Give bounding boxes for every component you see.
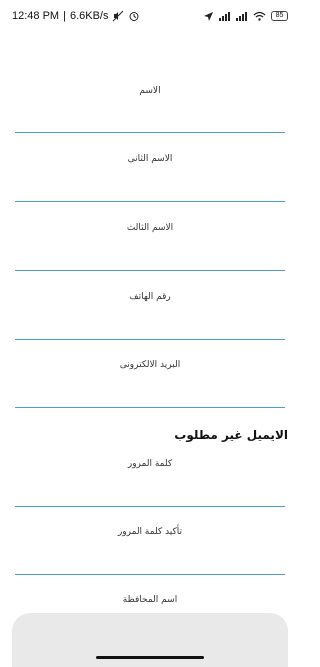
field-label: الاسم: [139, 86, 161, 96]
field-underline: [15, 132, 285, 133]
field-label: الاسم الثانى: [127, 154, 173, 164]
status-divider: |: [63, 10, 66, 22]
field-underline: [15, 201, 285, 202]
field-underline: [15, 339, 285, 340]
status-bar: 12:48 PM | 6.6KB/s 85: [0, 0, 300, 32]
alarm-icon: [128, 10, 140, 22]
status-speed: 6.6KB/s: [69, 10, 109, 22]
battery-icon: 85: [271, 11, 288, 21]
wifi-icon: [253, 11, 266, 21]
location-icon: [203, 11, 214, 22]
second-name-input[interactable]: [15, 172, 289, 198]
field-label: تأكيد كلمة المرور: [117, 527, 183, 537]
field-underline: [15, 407, 285, 408]
home-indicator[interactable]: [96, 656, 204, 659]
email-input[interactable]: [15, 378, 289, 404]
field-underline: [15, 574, 285, 575]
signal-icon: [219, 11, 231, 21]
field-underline: [15, 506, 285, 507]
muted-icon: [112, 10, 124, 22]
field-label: البريد الالكترونى: [119, 360, 181, 370]
field-label: الاسم الثالث: [126, 223, 174, 233]
field-label: رقم الهاتف: [129, 292, 171, 302]
phone-input[interactable]: [15, 310, 289, 336]
field-label: كلمة المرور: [127, 459, 173, 469]
signal-icon: [236, 11, 248, 21]
third-name-input[interactable]: [15, 241, 289, 267]
status-right: 85: [203, 11, 288, 22]
password-input[interactable]: [15, 477, 289, 503]
field-label: اسم المحافظة: [122, 595, 178, 605]
field-underline: [15, 270, 285, 271]
status-time: 12:48 PM: [12, 10, 60, 22]
first-name-input[interactable]: [15, 104, 289, 130]
status-left: 12:48 PM | 6.6KB/s: [12, 10, 140, 22]
confirm-password-input[interactable]: [15, 545, 289, 571]
email-optional-note: الايميل غير مطلوب: [174, 428, 288, 442]
